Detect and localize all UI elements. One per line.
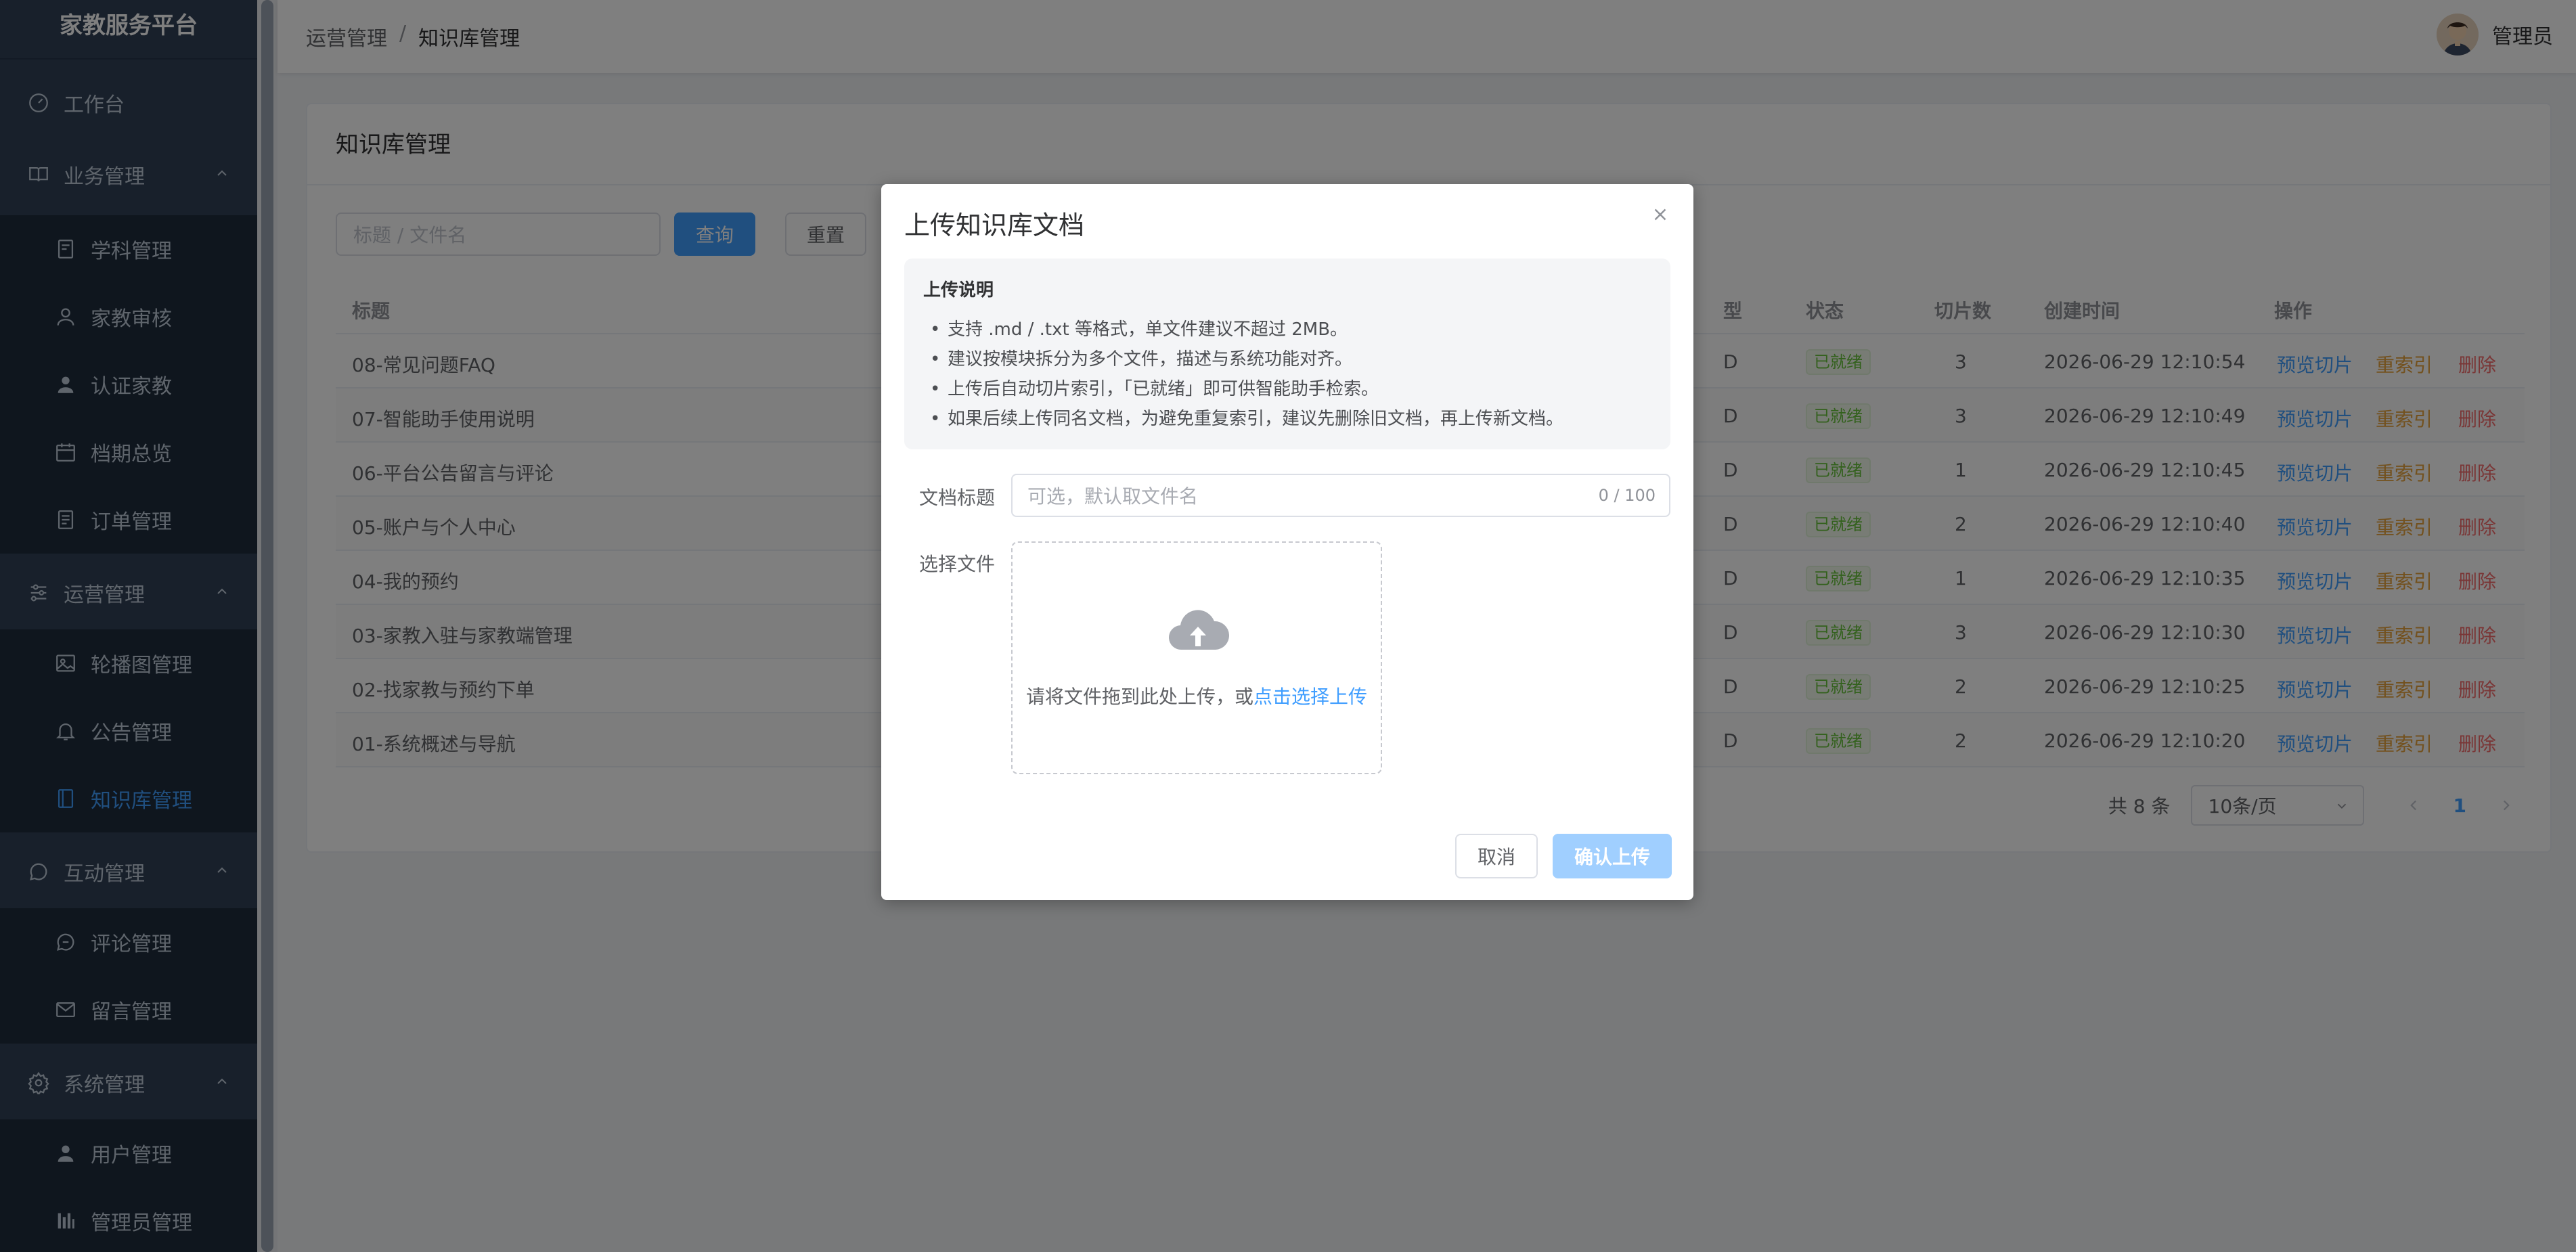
- cancel-button[interactable]: 取消: [1455, 834, 1538, 878]
- notice-item: 上传后自动切片索引，「已就绪」即可供智能助手检索。: [923, 374, 1651, 404]
- upload-hint: 请将文件拖到此处上传，或点击选择上传: [1013, 682, 1381, 709]
- notice-item: 建议按模块拆分为多个文件，描述与系统功能对齐。: [923, 344, 1651, 374]
- upload-dialog: 上传知识库文档 上传说明 支持 .md / .txt 等格式，单文件建议不超过 …: [881, 184, 1693, 900]
- file-select-label: 选择文件: [919, 553, 996, 575]
- notice-title: 上传说明: [923, 280, 994, 300]
- doc-title-label: 文档标题: [919, 487, 996, 509]
- upload-notice: 上传说明 支持 .md / .txt 等格式，单文件建议不超过 2MB。 建议按…: [904, 259, 1670, 449]
- notice-list: 支持 .md / .txt 等格式，单文件建议不超过 2MB。 建议按模块拆分为…: [923, 315, 1651, 434]
- cloud-upload-icon: [1168, 610, 1229, 650]
- char-counter: 0 / 100: [1598, 486, 1656, 505]
- file-drop-zone[interactable]: 请将文件拖到此处上传，或点击选择上传: [1011, 541, 1382, 774]
- doc-title-placeholder: 可选，默认取文件名: [1027, 485, 1199, 508]
- notice-item: 如果后续上传同名文档，为避免重复索引，建议先删除旧文档，再上传新文档。: [923, 404, 1651, 434]
- doc-title-input[interactable]: 可选，默认取文件名 0 / 100: [1011, 474, 1670, 517]
- upload-hint-text: 请将文件拖到此处上传，或: [1025, 686, 1253, 708]
- confirm-upload-button[interactable]: 确认上传: [1553, 834, 1672, 878]
- click-to-upload-link[interactable]: 点击选择上传: [1253, 686, 1367, 708]
- dialog-title: 上传知识库文档: [904, 210, 1085, 240]
- close-icon[interactable]: [1650, 204, 1670, 225]
- notice-item: 支持 .md / .txt 等格式，单文件建议不超过 2MB。: [923, 315, 1651, 344]
